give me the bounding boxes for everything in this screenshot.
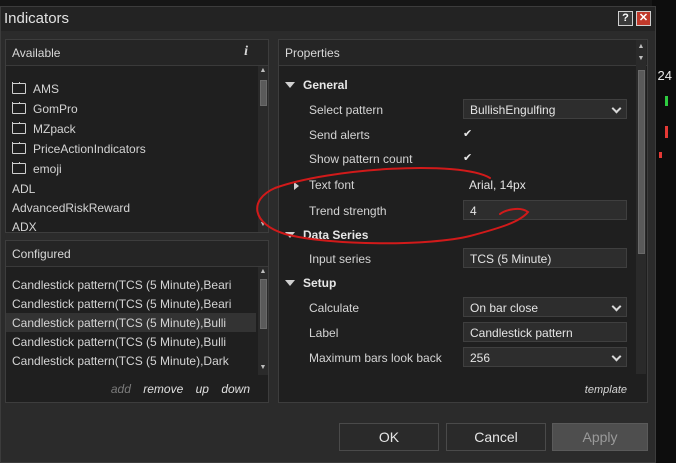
calculate-dropdown[interactable]: On bar close	[463, 297, 627, 317]
configured-panel: Configured ▲ ▼ Candlestick pattern(TCS (…	[5, 240, 269, 403]
folder-ams[interactable]: AMS	[12, 82, 59, 100]
remove-link[interactable]: remove	[143, 382, 183, 396]
chevron-down-icon	[611, 351, 622, 362]
configured-row[interactable]: Candlestick pattern(TCS (5 Minute),Beari	[6, 294, 256, 313]
section-general[interactable]: General	[285, 78, 348, 100]
properties-scrollbar[interactable]: ▲ ▼	[636, 40, 646, 374]
info-icon[interactable]: i	[244, 44, 248, 60]
configured-actions: add remove up down	[102, 382, 250, 396]
max-bars-label: Maximum bars look back	[309, 351, 442, 365]
folder-gompro[interactable]: GomPro	[12, 102, 78, 120]
text-font-value[interactable]: Arial, 14px	[463, 175, 627, 195]
scroll-thumb[interactable]	[260, 279, 267, 329]
configured-title: Configured	[12, 247, 71, 261]
section-setup[interactable]: Setup	[285, 276, 336, 298]
configured-row[interactable]: Candlestick pattern(TCS (5 Minute),Beari	[6, 275, 256, 294]
chevron-down-icon	[611, 103, 622, 114]
properties-title: Properties	[285, 46, 340, 60]
folder-icon	[12, 142, 26, 154]
properties-panel: Properties ▲ ▼ General Select pattern Bu…	[278, 39, 648, 403]
scroll-down-icon[interactable]: ▼	[258, 363, 268, 373]
price-label: 24	[657, 68, 672, 83]
candle-green	[665, 96, 668, 106]
configured-header: Configured	[6, 241, 268, 267]
properties-header: Properties	[279, 40, 647, 66]
select-pattern-label: Select pattern	[309, 103, 384, 117]
cancel-button[interactable]: Cancel	[446, 423, 546, 451]
scroll-up-icon[interactable]: ▲	[258, 66, 268, 76]
text-font-label: Text font	[309, 178, 355, 192]
label-field-label: Label	[309, 326, 339, 340]
scroll-thumb[interactable]	[260, 80, 267, 106]
configured-scrollbar[interactable]: ▲ ▼	[258, 267, 268, 375]
configured-row[interactable]: Candlestick pattern(TCS (5 Minute),Bulli	[6, 332, 256, 351]
label-input[interactable]: Candlestick pattern	[463, 322, 627, 342]
folder-mzpack[interactable]: MZpack	[12, 122, 76, 140]
candle-red-2	[659, 152, 662, 158]
folder-icon	[12, 82, 26, 94]
send-alerts-checkbox[interactable]: ✔	[463, 128, 475, 140]
folder-icon	[12, 162, 26, 174]
scroll-down-icon[interactable]: ▼	[258, 220, 268, 230]
template-link[interactable]: template	[585, 384, 627, 396]
select-pattern-dropdown[interactable]: BullishEngulfing	[463, 99, 627, 119]
title-bar[interactable]: Indicators ? ✕	[1, 7, 655, 31]
scroll-thumb[interactable]	[638, 70, 645, 254]
available-scrollbar[interactable]: ▲ ▼	[258, 66, 268, 232]
close-button[interactable]: ✕	[636, 11, 651, 26]
scroll-up-icon[interactable]: ▲	[258, 267, 268, 277]
chevron-down-icon	[611, 301, 622, 312]
available-header: Available i	[6, 40, 268, 66]
show-pattern-count-label: Show pattern count	[309, 152, 413, 166]
indicator-adx[interactable]: ADX	[12, 220, 37, 238]
trend-strength-input[interactable]: 4	[463, 200, 627, 220]
folder-priceactionindicators[interactable]: PriceActionIndicators	[12, 142, 146, 160]
send-alerts-label: Send alerts	[309, 128, 370, 142]
scroll-down-icon[interactable]: ▼	[636, 54, 646, 64]
apply-button[interactable]: Apply	[552, 423, 648, 451]
expand-text-font-icon[interactable]	[294, 182, 299, 190]
caret-down-icon	[285, 232, 295, 238]
ok-button[interactable]: OK	[339, 423, 439, 451]
available-title: Available	[12, 46, 61, 60]
caret-down-icon	[285, 280, 295, 286]
indicator-advancedriskreward[interactable]: AdvancedRiskReward	[12, 201, 130, 219]
input-series-label: Input series	[309, 252, 372, 266]
show-pattern-count-checkbox[interactable]: ✔	[463, 152, 475, 164]
folder-emoji[interactable]: emoji	[12, 162, 62, 180]
indicators-dialog: Indicators ? ✕ Available i ▲ ▼ AMS GomPr…	[0, 6, 656, 463]
add-link[interactable]: add	[111, 382, 131, 396]
dialog-title: Indicators	[4, 10, 70, 27]
down-link[interactable]: down	[221, 382, 250, 396]
scroll-up-icon[interactable]: ▲	[636, 42, 646, 52]
trend-strength-label: Trend strength	[309, 204, 387, 218]
folder-icon	[12, 122, 26, 134]
candle-red	[665, 126, 668, 138]
max-bars-dropdown[interactable]: 256	[463, 347, 627, 367]
up-link[interactable]: up	[196, 382, 209, 396]
section-data-series[interactable]: Data Series	[285, 228, 368, 250]
indicator-adl[interactable]: ADL	[12, 182, 35, 200]
calculate-label: Calculate	[309, 301, 360, 315]
folder-icon	[12, 102, 26, 114]
available-panel: Available i ▲ ▼ AMS GomPro MZpack PriceA…	[5, 39, 269, 234]
configured-row-selected[interactable]: Candlestick pattern(TCS (5 Minute),Bulli	[6, 313, 256, 332]
caret-down-icon	[285, 82, 295, 88]
configured-row[interactable]: Candlestick pattern(TCS (5 Minute),Dark	[6, 351, 256, 370]
input-series-field[interactable]: TCS (5 Minute)	[463, 248, 627, 268]
help-button[interactable]: ?	[618, 11, 633, 26]
